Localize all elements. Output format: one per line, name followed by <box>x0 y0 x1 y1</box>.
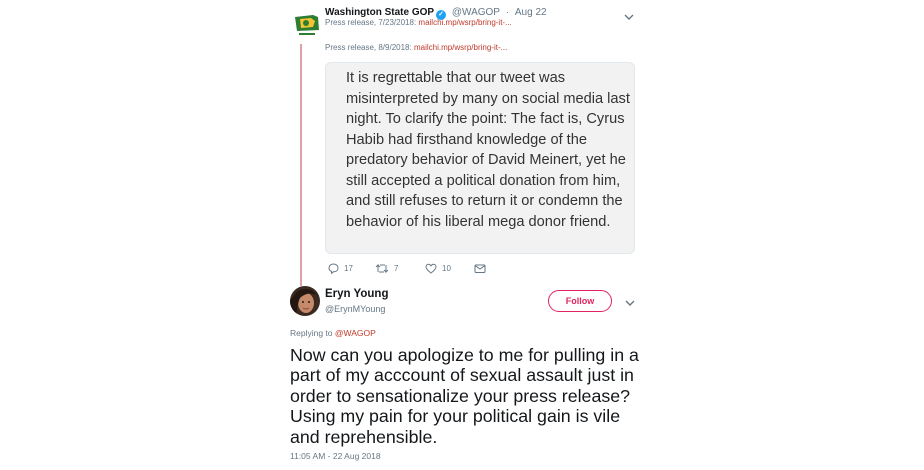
follow-button[interactable]: Follow <box>548 290 612 312</box>
press-release-2-link[interactable]: mailchi.mp/wsrp/bring-it-... <box>414 43 507 52</box>
retweet-count: 7 <box>394 264 399 273</box>
eryn-avatar[interactable] <box>290 286 320 316</box>
tweet-date[interactable]: Aug 22 <box>515 7 547 18</box>
parent-chevron-button[interactable] <box>624 8 634 26</box>
replying-to-label: Replying to <box>290 328 333 338</box>
statement-text: It is regrettable that our tweet was mis… <box>346 70 630 230</box>
reply-button[interactable]: 17 <box>328 263 353 274</box>
press-release-line-1: Press release, 7/23/2018: mailchi.mp/wsr… <box>325 18 512 27</box>
like-button[interactable]: 10 <box>425 263 451 274</box>
replying-to: Replying to @WAGOP <box>290 328 376 338</box>
statement-image-card[interactable]: It is regrettable that our tweet was mis… <box>325 62 635 254</box>
press-release-2-label: Press release, 8/9/2018: <box>325 43 412 52</box>
thread-line <box>300 44 302 286</box>
separator: · <box>505 7 510 18</box>
reply-timestamp[interactable]: 11:05 AM - 22 Aug 2018 <box>290 451 381 461</box>
reply-author-name[interactable]: Eryn Young <box>325 288 388 300</box>
wagop-avatar[interactable] <box>291 8 323 40</box>
author-name[interactable]: Washington State GOP <box>325 7 434 18</box>
press-release-1-label: Press release, 7/23/2018: <box>325 18 417 27</box>
retweet-icon <box>375 263 389 274</box>
avatar-photo <box>290 286 320 316</box>
reply-count: 17 <box>344 264 353 273</box>
retweet-button[interactable]: 7 <box>375 263 398 274</box>
reply-chevron-button[interactable] <box>625 294 635 312</box>
reply-icon <box>328 263 339 274</box>
chevron-down-icon <box>625 300 635 306</box>
reply-author-handle[interactable]: @ErynMYoung <box>325 304 385 314</box>
replying-to-link[interactable]: @WAGOP <box>335 328 376 338</box>
like-count: 10 <box>442 264 451 273</box>
press-release-line-2: Press release, 8/9/2018: mailchi.mp/wsrp… <box>325 43 507 52</box>
chevron-down-icon <box>624 14 634 20</box>
like-icon <box>425 263 437 274</box>
reply-tweet-text: Now can you apologize to me for pulling … <box>290 345 639 447</box>
author-handle[interactable]: @WAGOP <box>452 7 500 18</box>
wa-gop-logo-icon <box>291 8 323 40</box>
direct-message-icon <box>474 264 486 273</box>
direct-message-button[interactable] <box>474 263 486 274</box>
press-release-1-link[interactable]: mailchi.mp/wsrp/bring-it-... <box>418 18 511 27</box>
